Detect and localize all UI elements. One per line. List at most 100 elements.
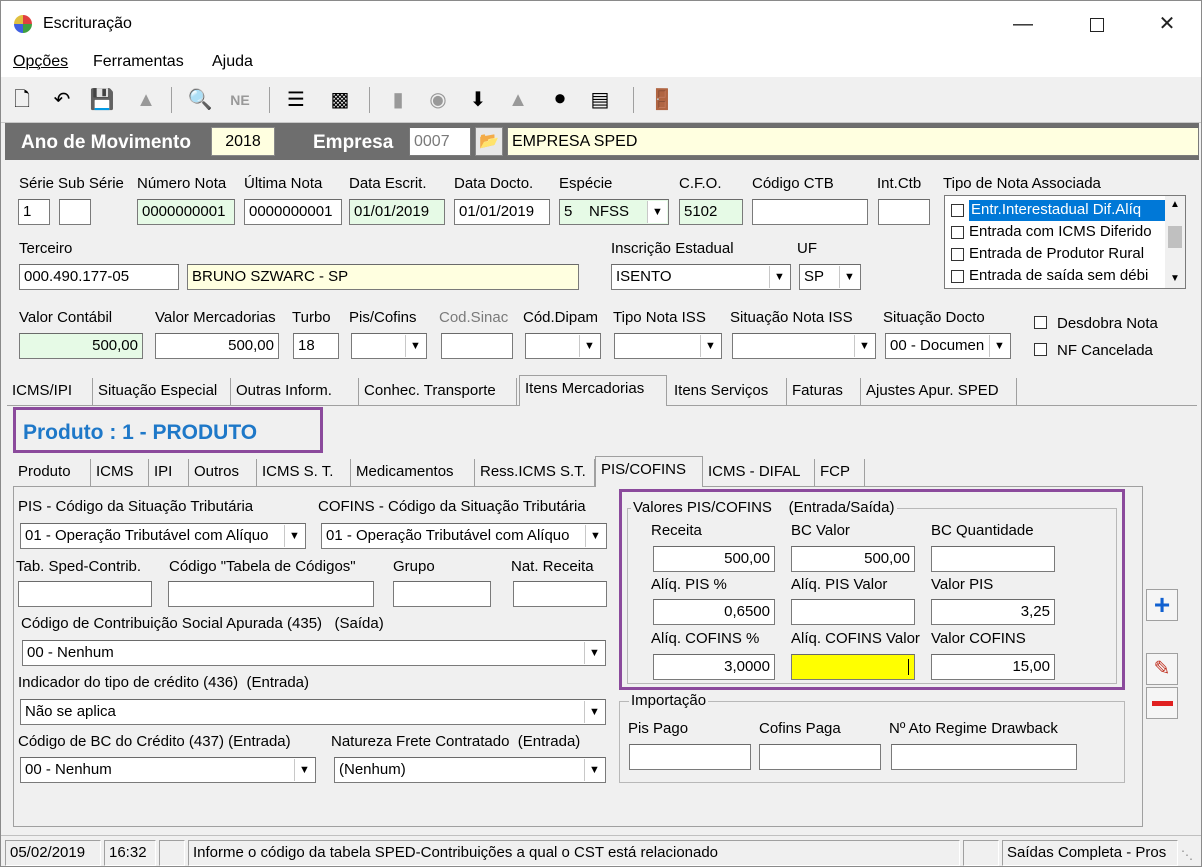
int-ctb-field[interactable] bbox=[878, 199, 930, 225]
folder-icon[interactable]: 📂 bbox=[475, 127, 503, 156]
nat-receita-field[interactable] bbox=[513, 581, 607, 607]
tab-sped-field[interactable] bbox=[18, 581, 152, 607]
export-icon[interactable]: ⬇ bbox=[465, 86, 491, 114]
bc-qtd-field[interactable] bbox=[931, 546, 1055, 572]
chevron-down-icon[interactable]: ▼ bbox=[584, 642, 604, 664]
edit-button[interactable]: ✎ bbox=[1146, 653, 1178, 685]
close-icon[interactable]: ✕ bbox=[1147, 7, 1187, 41]
undo-icon[interactable]: ↶ bbox=[49, 86, 75, 114]
chevron-down-icon[interactable]: ▼ bbox=[579, 335, 599, 357]
tab-conhec-transporte[interactable]: Conhec. Transporte bbox=[359, 378, 517, 406]
coddipam-select[interactable]: ▼ bbox=[525, 333, 601, 359]
checkbox[interactable] bbox=[951, 248, 964, 261]
cancelada-checkbox[interactable] bbox=[1034, 343, 1047, 356]
preview-icon[interactable]: 🔍 bbox=[187, 86, 213, 114]
turbo-field[interactable]: 18 bbox=[293, 333, 339, 359]
empresa-code-field[interactable]: 0007 bbox=[409, 127, 471, 156]
chevron-down-icon[interactable]: ▼ bbox=[294, 759, 314, 781]
terceiro-code-field[interactable]: 000.490.177-05 bbox=[19, 264, 179, 290]
chevron-down-icon[interactable]: ▼ bbox=[284, 525, 304, 547]
print-icon[interactable]: ▲ bbox=[133, 86, 159, 114]
tab-icms-difal[interactable]: ICMS - DIFAL bbox=[703, 459, 815, 487]
calc-icon[interactable]: ◉ bbox=[425, 86, 451, 114]
checkbox[interactable] bbox=[951, 270, 964, 283]
sit-docto-select[interactable]: 00 - Documen ▼ bbox=[885, 333, 1011, 359]
numero-field[interactable]: 0000000001 bbox=[137, 199, 235, 225]
cod-tabela-field[interactable] bbox=[168, 581, 374, 607]
valor-merc-field[interactable]: 500,00 bbox=[155, 333, 279, 359]
pis-cst-select[interactable]: 01 - Operação Tributável com Alíquo ▼ bbox=[20, 523, 306, 549]
sit-iss-select[interactable]: ▼ bbox=[732, 333, 876, 359]
aliq-pis-valor-field[interactable] bbox=[791, 599, 915, 625]
especie-select[interactable]: 5 NFSS ▼ bbox=[559, 199, 669, 225]
add-button[interactable]: + bbox=[1146, 589, 1178, 621]
chevron-down-icon[interactable]: ▼ bbox=[647, 201, 667, 223]
cfo-field[interactable]: 5102 bbox=[679, 199, 743, 225]
cofins-paga-field[interactable] bbox=[759, 744, 881, 770]
data-escrit-field[interactable]: 01/01/2019 bbox=[349, 199, 445, 225]
checkbox[interactable] bbox=[951, 226, 964, 239]
serie-field[interactable]: 1 bbox=[18, 199, 50, 225]
aliq-cofins-field[interactable]: 3,0000 bbox=[653, 654, 775, 680]
bc-valor-field[interactable]: 500,00 bbox=[791, 546, 915, 572]
cib-icon[interactable]: ⚫ bbox=[547, 86, 573, 114]
chevron-down-icon[interactable]: ▼ bbox=[700, 335, 720, 357]
tipo-iss-select[interactable]: ▼ bbox=[614, 333, 722, 359]
piscofins-select[interactable]: ▼ bbox=[351, 333, 427, 359]
list-item[interactable]: Entr.Interestadual Dif.Alíq bbox=[949, 200, 1165, 221]
checkbox[interactable] bbox=[951, 204, 964, 217]
chevron-down-icon[interactable]: ▼ bbox=[1165, 270, 1185, 288]
cofins-cst-select[interactable]: 01 - Operação Tributável com Alíquo ▼ bbox=[321, 523, 607, 549]
aliq-cofins-valor-field[interactable] bbox=[791, 654, 915, 680]
aliq-pis-field[interactable]: 0,6500 bbox=[653, 599, 775, 625]
desdobra-checkbox[interactable] bbox=[1034, 316, 1047, 329]
menu-ferramentas[interactable]: Ferramentas bbox=[93, 53, 184, 71]
scroll-thumb[interactable] bbox=[1168, 226, 1182, 248]
database-icon[interactable]: ▩ bbox=[327, 86, 353, 114]
ultima-field[interactable]: 0000000001 bbox=[244, 199, 342, 225]
tab-icms[interactable]: ICMS bbox=[91, 459, 149, 487]
chevron-down-icon[interactable]: ▼ bbox=[584, 759, 604, 781]
uf-select[interactable]: SP ▼ bbox=[799, 264, 861, 290]
new-file-icon[interactable]: 🗋 bbox=[9, 86, 35, 114]
chevron-up-icon[interactable]: ▲ bbox=[1165, 196, 1185, 214]
tab-faturas[interactable]: Faturas bbox=[787, 378, 861, 406]
empresa-name-field[interactable]: EMPRESA SPED bbox=[507, 127, 1199, 156]
tab-produto[interactable]: Produto bbox=[13, 459, 91, 487]
data-docto-field[interactable]: 01/01/2019 bbox=[454, 199, 550, 225]
tab-pis-cofins[interactable]: PIS/COFINS bbox=[595, 456, 703, 487]
tab-itens-servicos[interactable]: Itens Serviços bbox=[669, 378, 787, 406]
tab-itens-mercadorias[interactable]: Itens Mercadorias bbox=[519, 375, 667, 406]
home-icon[interactable]: ▲ bbox=[505, 86, 531, 114]
ato-field[interactable] bbox=[891, 744, 1077, 770]
maximize-icon[interactable] bbox=[1077, 7, 1117, 41]
minimize-icon[interactable]: — bbox=[1003, 7, 1043, 41]
ie-select[interactable]: ISENTO ▼ bbox=[611, 264, 791, 290]
resize-grip-icon[interactable]: ⋱ bbox=[1181, 848, 1197, 864]
chevron-down-icon[interactable]: ▼ bbox=[405, 335, 425, 357]
ano-field[interactable]: 2018 bbox=[211, 127, 275, 156]
tab-outras-inform[interactable]: Outras Inform. bbox=[231, 378, 359, 406]
tab-icms-st[interactable]: ICMS S. T. bbox=[257, 459, 351, 487]
subserie-field[interactable] bbox=[59, 199, 91, 225]
save-icon[interactable]: 💾 bbox=[89, 86, 115, 114]
chevron-down-icon[interactable]: ▼ bbox=[989, 335, 1009, 357]
nat-frete-select[interactable]: (Nenhum) ▼ bbox=[334, 757, 606, 783]
codsinac-field[interactable] bbox=[441, 333, 513, 359]
cod-bc-select[interactable]: 00 - Nenhum ▼ bbox=[20, 757, 316, 783]
tab-outros[interactable]: Outros bbox=[189, 459, 257, 487]
menu-ajuda[interactable]: Ajuda bbox=[212, 53, 253, 71]
terceiro-name-field[interactable]: BRUNO SZWARC - SP bbox=[187, 264, 579, 290]
tree-icon[interactable]: ☰ bbox=[283, 86, 309, 114]
pis-pago-field[interactable] bbox=[629, 744, 751, 770]
tab-ress-icms-st[interactable]: Ress.ICMS S.T. bbox=[475, 459, 595, 487]
list-item[interactable]: Entrada de Produtor Rural bbox=[949, 244, 1163, 265]
codigo-ctb-field[interactable] bbox=[752, 199, 868, 225]
exit-icon[interactable]: 🚪 bbox=[649, 86, 675, 114]
cod-contrib-select[interactable]: 00 - Nenhum ▼ bbox=[22, 640, 606, 666]
tab-fcp[interactable]: FCP bbox=[815, 459, 865, 487]
tab-situacao-especial[interactable]: Situação Especial bbox=[93, 378, 231, 406]
valor-pis-field[interactable]: 3,25 bbox=[931, 599, 1055, 625]
nfe-icon[interactable]: NE bbox=[227, 86, 253, 114]
valor-cofins-field[interactable]: 15,00 bbox=[931, 654, 1055, 680]
